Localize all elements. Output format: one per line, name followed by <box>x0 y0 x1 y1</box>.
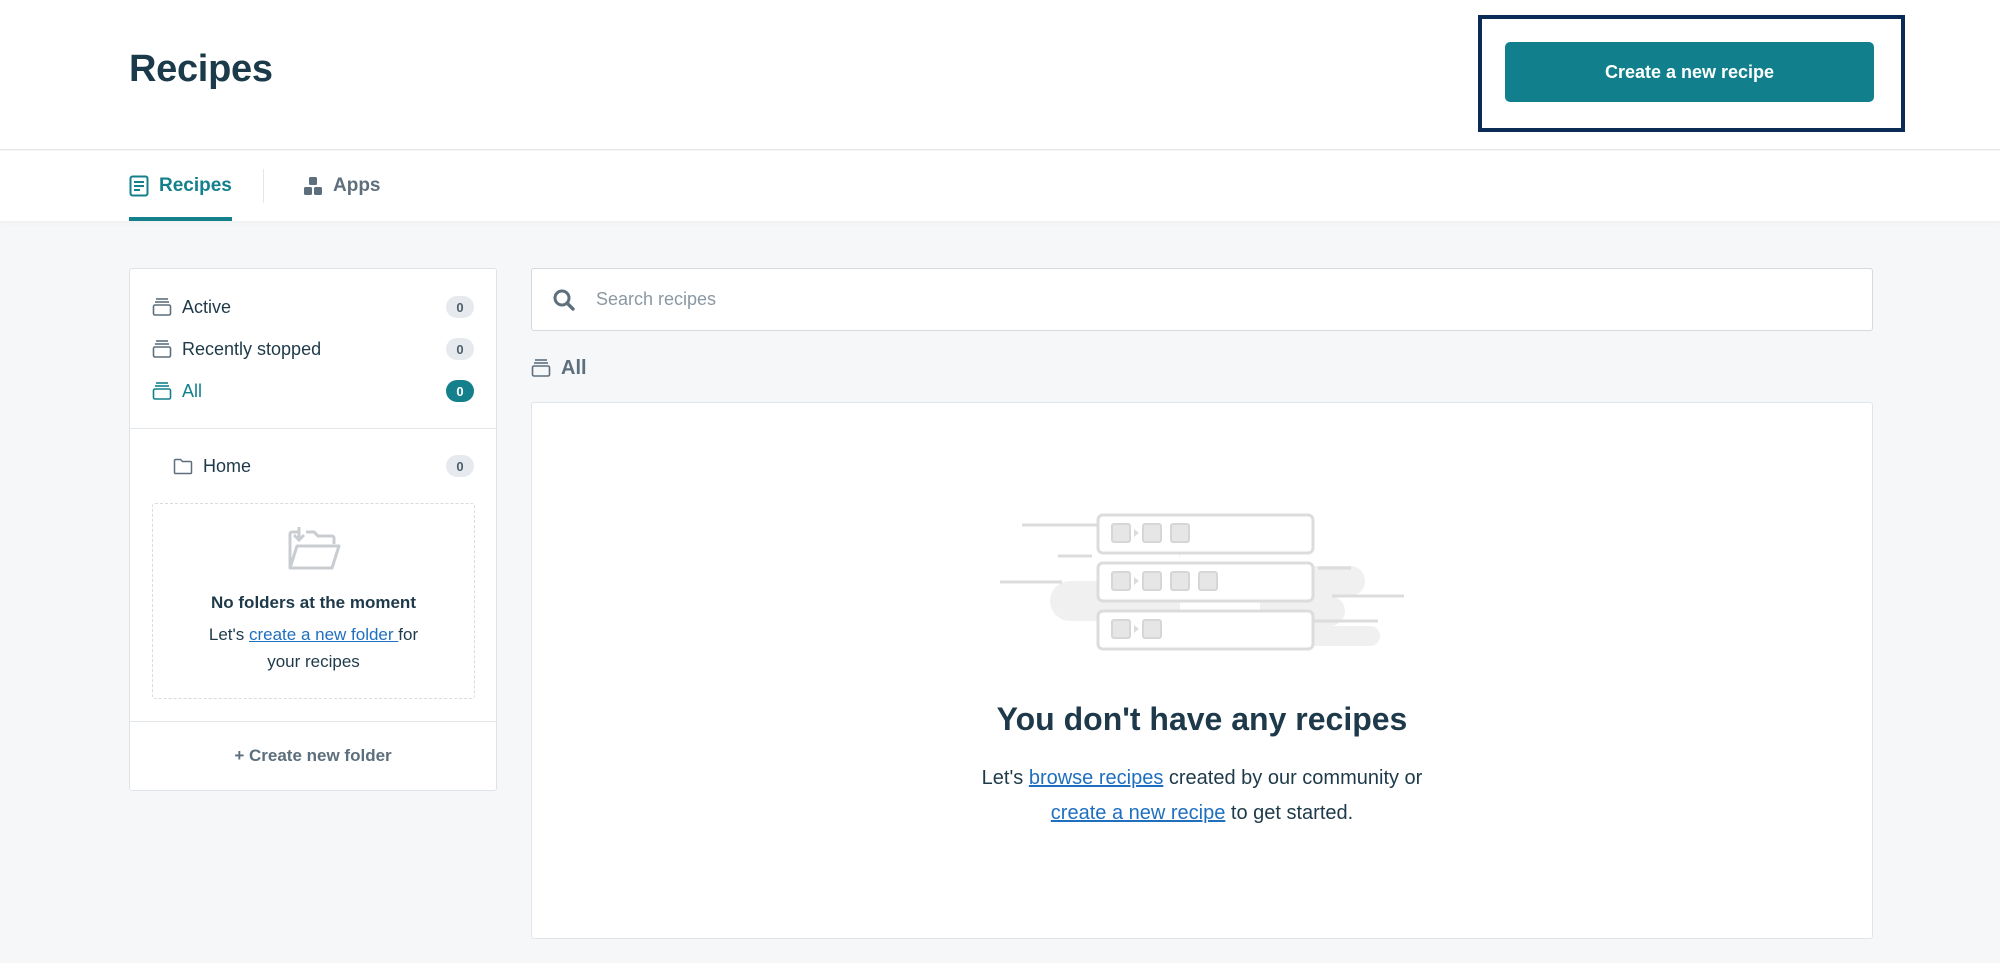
empty-state-prefix: Let's <box>981 767 1029 789</box>
filter-all-count: 0 <box>446 380 474 402</box>
page-title: Recipes <box>129 48 273 90</box>
empty-state-middle: created by our community or <box>1163 767 1423 789</box>
create-folder-link[interactable]: create a new folder <box>249 625 398 644</box>
page-header: Recipes Create a new recipe <box>0 0 2000 150</box>
filter-all[interactable]: All 0 <box>152 374 474 408</box>
stack-icon <box>152 298 172 316</box>
blocks-icon <box>304 177 322 195</box>
empty-folders-box: No folders at the moment Let's create a … <box>152 503 475 699</box>
stack-icon <box>152 382 172 400</box>
search-bar <box>531 268 1873 331</box>
folder-icon <box>173 458 193 474</box>
create-recipe-link[interactable]: create a new recipe <box>1051 802 1226 824</box>
empty-state-title: You don't have any recipes <box>996 701 1408 737</box>
stack-icon <box>531 359 551 377</box>
search-input[interactable] <box>596 289 1872 310</box>
empty-folders-prefix: Let's <box>208 625 249 644</box>
empty-state-description: Let's browse recipes created by our comm… <box>532 761 1872 831</box>
filter-recently-stopped-count: 0 <box>446 338 474 360</box>
tab-recipes-label: Recipes <box>159 175 232 196</box>
folder-home-label: Home <box>203 455 252 476</box>
folder-home[interactable]: Home 0 <box>173 449 474 483</box>
section-heading-label: All <box>561 356 587 379</box>
empty-folders-description: Let's create a new folder for your recip… <box>153 621 474 675</box>
tab-apps-label: Apps <box>333 175 381 196</box>
search-icon <box>553 289 575 311</box>
filter-recently-stopped[interactable]: Recently stopped 0 <box>152 332 474 366</box>
browse-recipes-link[interactable]: browse recipes <box>1029 767 1164 789</box>
section-heading: All <box>531 354 587 382</box>
empty-recipes-illustration <box>1000 513 1404 651</box>
folder-home-count: 0 <box>446 455 474 477</box>
folder-download-icon <box>288 527 340 570</box>
create-recipe-button[interactable]: Create a new recipe <box>1505 42 1874 102</box>
filter-active-label: Active <box>182 296 232 317</box>
empty-state-suffix: to get started. <box>1225 802 1354 824</box>
recipes-panel: You don't have any recipes Let's browse … <box>531 402 1873 939</box>
tab-recipes[interactable]: Recipes <box>129 151 232 221</box>
filter-recently-stopped-label: Recently stopped <box>182 338 322 359</box>
filter-all-label: All <box>182 380 203 401</box>
filter-active[interactable]: Active 0 <box>152 290 474 324</box>
tab-divider <box>263 169 264 203</box>
tab-bar: Recipes Apps <box>0 151 2000 221</box>
stack-icon <box>152 340 172 358</box>
tab-apps[interactable]: Apps <box>303 151 381 221</box>
sidebar-divider <box>130 428 496 429</box>
empty-folders-title: No folders at the moment <box>211 593 416 612</box>
filter-active-count: 0 <box>446 296 474 318</box>
document-list-icon <box>129 175 149 197</box>
create-new-folder-button[interactable]: + Create new folder <box>130 722 496 790</box>
sidebar: Active 0 Recently stopped 0 All 0 Home 0 <box>129 268 497 791</box>
